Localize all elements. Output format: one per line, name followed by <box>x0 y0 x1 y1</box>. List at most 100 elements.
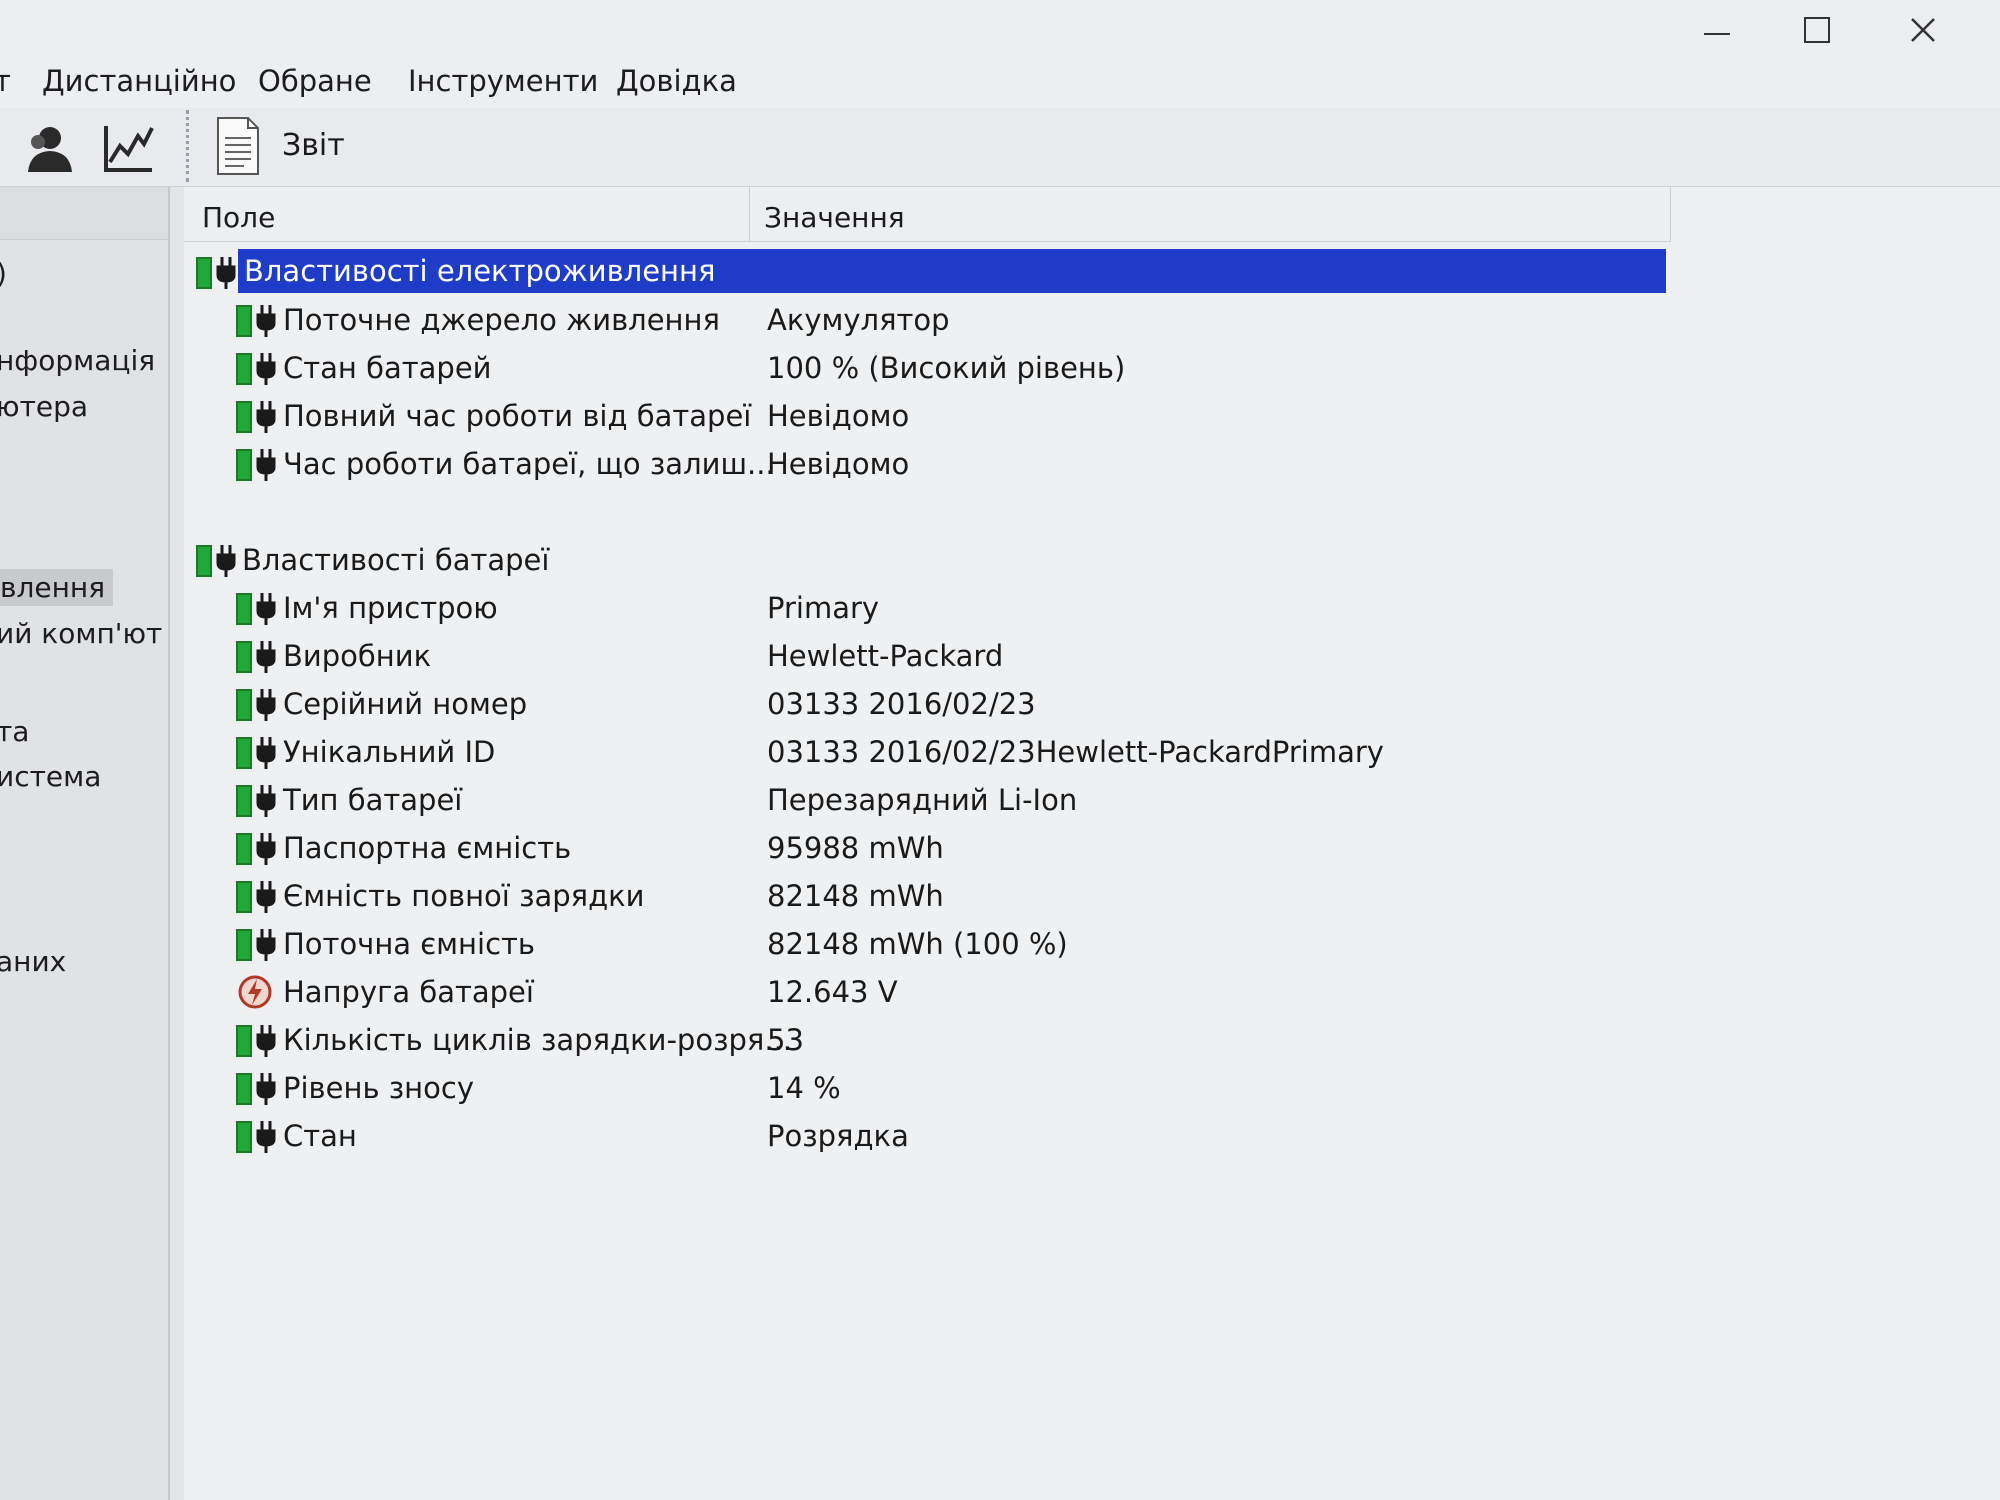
menu-item-help[interactable]: Довідка <box>616 64 737 98</box>
menu-item-favorites[interactable]: Обране <box>258 64 372 98</box>
field-value: 82148 mWh (100 %) <box>767 927 1068 961</box>
battery-icon <box>236 1121 276 1153</box>
minimize-icon <box>1704 33 1730 35</box>
field-value: 82148 mWh <box>767 879 944 913</box>
field-value: 14 % <box>767 1071 841 1105</box>
user-icon[interactable] <box>20 120 76 176</box>
field-name: Напруга батареї <box>283 975 534 1009</box>
chart-icon[interactable] <box>100 120 156 176</box>
table-row[interactable]: Поточне джерело живлення Акумулятор <box>184 297 1671 341</box>
table-row[interactable]: Ім'я пристрою Primary <box>184 585 1671 629</box>
battery-icon <box>236 305 276 337</box>
field-name: Виробник <box>283 639 432 673</box>
section-title: Властивості батареї <box>242 543 550 577</box>
table-row[interactable]: Стан Розрядка <box>184 1113 1671 1157</box>
menu-item-tools[interactable]: Інструменти <box>408 64 598 98</box>
field-name: Повний час роботи від батареї <box>283 399 752 433</box>
battery-icon <box>236 1025 276 1057</box>
field-value: Невідомо <box>767 447 910 481</box>
battery-icon <box>236 833 276 865</box>
table-row[interactable]: Виробник Hewlett-Packard <box>184 633 1671 677</box>
maximize-icon <box>1804 17 1830 43</box>
battery-icon <box>236 689 276 721</box>
sidebar-item-os[interactable]: истема <box>0 760 101 793</box>
report-icon[interactable] <box>214 116 262 176</box>
field-name: Час роботи батареї, що залиш... <box>283 447 775 481</box>
column-divider[interactable] <box>1670 187 1671 241</box>
field-name: Ємність повної зарядки <box>283 879 645 913</box>
battery-icon <box>236 401 276 433</box>
sidebar-item-data[interactable]: аних <box>0 945 66 978</box>
table-row[interactable]: Паспортна ємність 95988 mWh <box>184 825 1671 869</box>
report-button-label[interactable]: Звіт <box>282 128 345 163</box>
menu-item-report-cut[interactable]: т <box>0 64 11 98</box>
table-row[interactable]: Ємність повної зарядки 82148 mWh <box>184 873 1671 917</box>
battery-icon <box>236 1073 276 1105</box>
field-name: Серійний номер <box>283 687 528 721</box>
section-title: Властивості електроживлення <box>238 249 1666 293</box>
field-name: Ім'я пристрою <box>283 591 498 625</box>
toolbar-separator <box>186 110 189 182</box>
sidebar-item-power-management[interactable]: влення <box>0 569 114 606</box>
table-row[interactable]: Поточна ємність 82148 mWh (100 %) <box>184 921 1671 965</box>
field-name: Рівень зносу <box>283 1071 474 1105</box>
title-bar <box>0 0 2000 60</box>
field-name: Кількість циклів зарядки-розря... <box>283 1023 793 1057</box>
sidebar-item[interactable]: та <box>0 715 29 748</box>
table-row[interactable]: Повний час роботи від батареї Невідомо <box>184 393 1671 437</box>
sidebar-item-portable-computer[interactable]: ий комп'ют <box>0 617 162 650</box>
table-row[interactable]: Час роботи батареї, що залиш... Невідомо <box>184 441 1671 485</box>
menu-item-remote[interactable]: Дистанційно <box>42 64 236 98</box>
field-value: 95988 mWh <box>767 831 944 865</box>
table-row[interactable]: Тип батареї Перезарядний Li-Ion <box>184 777 1671 821</box>
maximize-button[interactable] <box>1772 4 1862 56</box>
table-row[interactable]: Рівень зносу 14 % <box>184 1065 1671 1109</box>
menu-bar: т Дистанційно Обране Інструменти Довідка <box>0 58 2000 108</box>
field-name: Стан батарей <box>283 351 492 385</box>
battery-icon <box>196 257 236 289</box>
column-value[interactable]: Значення <box>764 201 905 234</box>
column-field[interactable]: Поле <box>202 201 275 234</box>
sidebar-item-computer[interactable]: ютера <box>0 390 88 423</box>
table-row[interactable]: Напруга батареї 12.643 V <box>184 969 1671 1013</box>
field-value: Розрядка <box>767 1119 909 1153</box>
column-header: Поле Значення <box>184 187 1671 242</box>
section-header-power-properties[interactable]: Властивості електроживлення <box>184 249 1671 293</box>
battery-icon <box>236 929 276 961</box>
field-value: 100 % (Високий рівень) <box>767 351 1126 385</box>
close-icon <box>1911 18 1935 42</box>
table-row[interactable]: Унікальний ID 03133 2016/02/23Hewlett-Pa… <box>184 729 1671 773</box>
battery-icon <box>236 641 276 673</box>
column-divider[interactable] <box>749 187 750 241</box>
battery-icon <box>236 353 276 385</box>
sidebar-header <box>0 187 168 240</box>
field-value: Перезарядний Li-Ion <box>767 783 1078 817</box>
toolbar: Звіт <box>0 108 2000 187</box>
sidebar-item[interactable]: ) <box>0 257 7 290</box>
close-button[interactable] <box>1878 4 1968 56</box>
field-value: Акумулятор <box>767 303 950 337</box>
table-row[interactable]: Стан батарей 100 % (Високий рівень) <box>184 345 1671 389</box>
field-name: Поточна ємність <box>283 927 536 961</box>
field-name: Тип батареї <box>283 783 463 817</box>
battery-icon <box>236 785 276 817</box>
field-value: Primary <box>767 591 880 625</box>
battery-icon <box>236 737 276 769</box>
sidebar: ) нформація ютера влення ий комп'ют та и… <box>0 187 170 1500</box>
table-row[interactable]: Кількість циклів зарядки-розря... 53 <box>184 1017 1671 1061</box>
field-name: Стан <box>283 1119 357 1153</box>
minimize-button[interactable] <box>1672 4 1762 56</box>
field-value: Невідомо <box>767 399 910 433</box>
properties-list: Поле Значення Властивості електроживленн… <box>184 187 2000 1500</box>
field-value: 03133 2016/02/23 <box>767 687 1036 721</box>
section-header-battery-properties[interactable]: Властивості батареї <box>184 537 1671 581</box>
table-row[interactable]: Серійний номер 03133 2016/02/23 <box>184 681 1671 725</box>
field-value: 53 <box>767 1023 804 1057</box>
sidebar-item-information[interactable]: нформація <box>0 344 155 377</box>
field-name: Унікальний ID <box>283 735 496 769</box>
field-value: 12.643 V <box>767 975 898 1009</box>
battery-icon <box>196 545 236 577</box>
field-value: 03133 2016/02/23Hewlett-PackardPrimary <box>767 735 1384 769</box>
field-name: Поточне джерело живлення <box>283 303 720 337</box>
field-value: Hewlett-Packard <box>767 639 1004 673</box>
